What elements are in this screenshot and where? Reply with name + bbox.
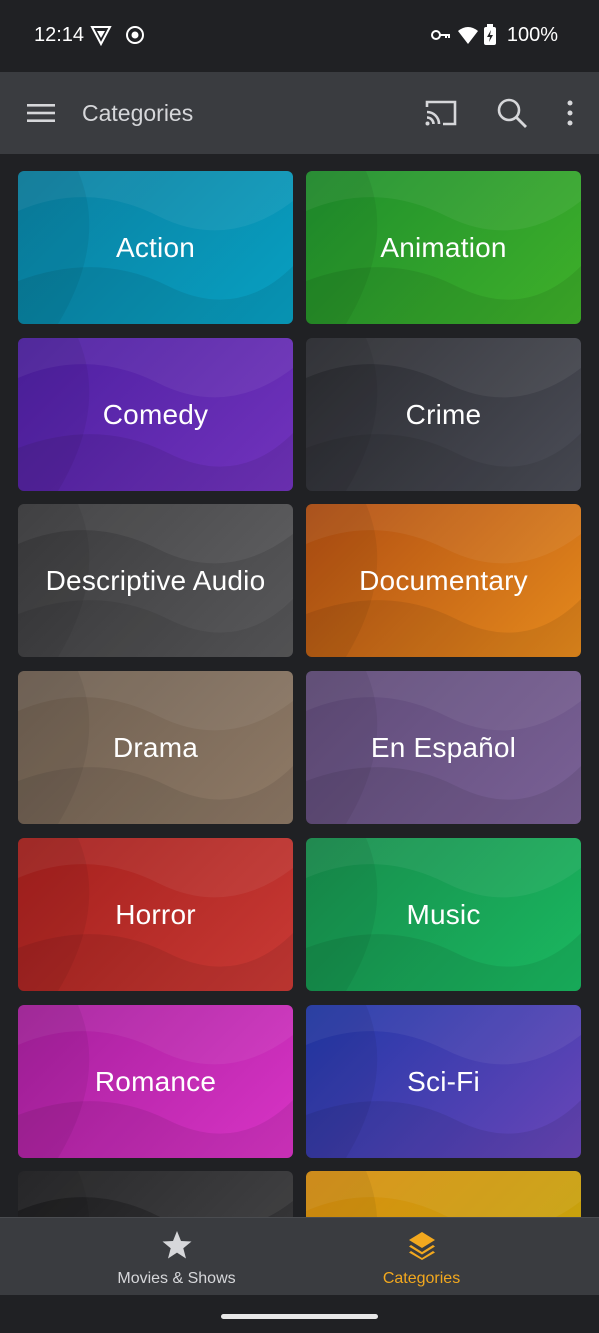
star-icon bbox=[162, 1231, 191, 1259]
vpn-shield-icon bbox=[90, 24, 112, 47]
category-tile[interactable]: Sci-Fi bbox=[306, 1005, 581, 1158]
battery-charging-icon bbox=[483, 24, 497, 46]
category-grid: Action Animation Comedy Crime Descriptiv… bbox=[18, 171, 581, 1217]
key-icon bbox=[430, 24, 452, 46]
status-bar: 12:14 100% bbox=[0, 0, 599, 72]
search-icon bbox=[497, 98, 527, 128]
category-label: Comedy bbox=[102, 398, 209, 430]
category-label: Crime bbox=[405, 398, 482, 430]
category-tile[interactable]: Horror bbox=[18, 838, 293, 991]
category-tile[interactable]: Drama bbox=[18, 671, 293, 824]
category-tile[interactable]: Animation bbox=[306, 171, 581, 324]
tile-background-pattern bbox=[306, 1171, 581, 1217]
category-tile[interactable]: Action bbox=[18, 171, 293, 324]
cast-button[interactable] bbox=[417, 89, 465, 137]
category-tile[interactable]: Music bbox=[306, 838, 581, 991]
status-time: 12:14 bbox=[34, 24, 85, 46]
category-tile[interactable]: Documentary bbox=[306, 504, 581, 657]
menu-icon bbox=[27, 104, 55, 122]
search-button[interactable] bbox=[488, 89, 536, 137]
cast-icon bbox=[425, 100, 457, 126]
more-vert-icon bbox=[567, 100, 573, 126]
category-tile[interactable]: Crime bbox=[306, 338, 581, 491]
category-label: Music bbox=[406, 898, 481, 930]
category-tile[interactable] bbox=[18, 1171, 293, 1217]
category-label: Action bbox=[115, 231, 196, 263]
nav-categories[interactable]: Categories bbox=[272, 1218, 571, 1296]
menu-button[interactable] bbox=[17, 89, 65, 137]
category-tile[interactable]: Comedy bbox=[18, 338, 293, 491]
page-title: Categories bbox=[82, 100, 194, 126]
category-label: Sci-Fi bbox=[407, 1065, 480, 1097]
category-label: Animation bbox=[380, 231, 507, 263]
category-tile[interactable] bbox=[306, 1171, 581, 1217]
gesture-area bbox=[0, 1295, 599, 1333]
category-tile[interactable]: Descriptive Audio bbox=[18, 504, 293, 657]
app-bar: Categories bbox=[0, 72, 599, 154]
tile-background-pattern bbox=[18, 1171, 293, 1217]
category-label: Descriptive Audio bbox=[45, 564, 266, 596]
wifi-icon bbox=[457, 24, 479, 46]
battery-percentage: 100% bbox=[506, 24, 558, 46]
more-options-button[interactable] bbox=[546, 89, 594, 137]
home-gesture-handle[interactable] bbox=[221, 1314, 378, 1319]
category-tile[interactable]: En Español bbox=[306, 671, 581, 824]
category-label: Documentary bbox=[359, 564, 528, 596]
layers-icon bbox=[408, 1232, 435, 1260]
category-label: Drama bbox=[112, 731, 198, 763]
category-label: Horror bbox=[115, 898, 196, 930]
category-label: En Español bbox=[370, 731, 517, 763]
bottom-navigation: Movies & Shows Categories bbox=[0, 1217, 599, 1295]
nav-label-categories: Categories bbox=[382, 1270, 461, 1287]
record-icon bbox=[124, 24, 146, 46]
category-tile[interactable]: Romance bbox=[18, 1005, 293, 1158]
category-label: Romance bbox=[94, 1065, 217, 1097]
